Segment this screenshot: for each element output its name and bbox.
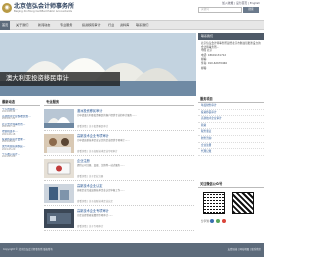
search-input[interactable]: 关键词 (198, 7, 242, 13)
main-nav: 首页 关于我们 新闻动态 专业服务 投资移民审计 行业 资料库 联系我们 (0, 20, 264, 30)
service-desc: 为申请澳大利亚投资移民的客户提供专业的审计服务…… (77, 114, 137, 117)
contact-heading: 联系我们 (198, 33, 264, 40)
service-desc: 协助企业完成高新技术企业认定申报工作…… (77, 189, 125, 192)
service-thumbnail[interactable] (44, 184, 74, 203)
service-thumbnail[interactable] (44, 134, 74, 153)
service-title[interactable]: 高新技术企业专项审计 (77, 209, 109, 213)
banner-title: 澳大利亚投资移民审计 (0, 72, 120, 86)
services-column: 专业服务 澳洲投资移民审计 为申请澳大利亚投资移民的客户提供专业的审计服务…… … (44, 99, 194, 231)
service-link[interactable]: 查看详情 | 关于专项审计 (77, 225, 103, 228)
service-list-item[interactable]: 企业注册 (198, 143, 264, 150)
list-item[interactable]: 北京会计师事务所… 2019-07-10 (0, 121, 40, 129)
list-item[interactable]: 个人收入审计… 2019-05-08 (0, 152, 40, 160)
list-item[interactable]: 增值税改革… 2019-06-18 (0, 129, 40, 137)
list-item[interactable]: 高新技术企业税收优惠… 2019-07-22 (0, 114, 40, 122)
service-link[interactable]: 查看详情 | 关于企业注册 (77, 175, 103, 178)
service-title[interactable]: 澳洲投资移民审计 (77, 109, 103, 113)
news-heading: 最新动态 (0, 99, 40, 106)
service-item[interactable]: 高新技术企业认定 协助企业完成高新技术企业认定申报工作…… 查看详情 | 关于高… (44, 181, 194, 206)
service-item[interactable]: 澳洲投资移民审计 为申请澳大利亚投资移民的客户提供专业的审计服务…… 查看详情 … (44, 106, 194, 131)
qq-icon[interactable] (222, 219, 227, 223)
contact-intro: 北京信弘会计师事务所是经北京市财政局批准设立的会计师事务所... (201, 42, 261, 49)
service-title[interactable]: 企业注册 (77, 159, 90, 163)
news-column: 最新动态 个人所得税… 2019-08-12 高新技术企业税收优惠… 2019-07… (0, 99, 40, 159)
opera-house-image (0, 33, 196, 96)
share-bar: 分享到: (201, 219, 227, 223)
service-link[interactable]: 查看详情 | 关于高新技术企业认定 (77, 200, 113, 203)
service-link[interactable]: 查看详情 | 关于投资移民审计 (77, 125, 108, 128)
nav-item-about[interactable]: 关于我们 (16, 21, 28, 30)
footer-links[interactable]: 友情链接 | 网站地图 | 联系我们 (228, 248, 261, 251)
service-desc: 提供公司注册、变更、注销等一站式服务…… (77, 164, 125, 167)
service-title[interactable]: 高新技术企业专项审计 (77, 134, 109, 138)
site-footer: Copyright © 北京信弘会计师事务所 版权所有 友情链接 | 网站地图 … (0, 243, 264, 257)
logo-subtitle: Beijing XinHong Certified Public Account… (14, 10, 72, 13)
service-list-item[interactable]: 投资移民审计 (198, 110, 264, 117)
list-item[interactable]: 澳大利亚投资移民… 2019-05-20 (0, 144, 40, 152)
wechat-qr-code (203, 192, 225, 214)
service-desc: 为申请高新技术企业认定的企业提供专项审计…… (77, 139, 130, 142)
weibo-icon[interactable] (210, 219, 215, 223)
copyright-text: Copyright © 北京信弘会计师事务所 版权所有 (3, 248, 53, 251)
list-item[interactable]: 投资移民审计要求… 2019-06-02 (0, 136, 40, 144)
service-list-item[interactable]: 财务咨询 (198, 136, 264, 143)
nav-item-news[interactable]: 新闻动态 (38, 21, 50, 30)
nav-item-home[interactable]: 首页 (0, 21, 11, 30)
nav-item-services[interactable]: 专业服务 (60, 21, 72, 30)
contact-panel: 联系我们 北京信弘会计师事务所是经北京市财政局批准设立的会计师事务所... 中国… (198, 33, 264, 71)
nav-item-immigration[interactable]: 投资移民审计 (82, 21, 101, 30)
site-header: ◉ 北京信弘会计师事务所 Beijing XinHong Certified P… (0, 0, 264, 18)
search-button[interactable]: 搜索 (243, 7, 259, 13)
service-list-item[interactable]: 代理记账 (198, 149, 264, 156)
service-title[interactable]: 高新技术企业认定 (77, 184, 103, 188)
header-tools[interactable]: 加入收藏 | 设为首页 | English (222, 1, 260, 5)
service-thumbnail[interactable] (44, 159, 74, 178)
nav-item-library[interactable]: 资料库 (120, 21, 129, 30)
service-thumbnail[interactable] (44, 209, 74, 228)
nav-item-industry[interactable]: 行业 (108, 21, 114, 30)
wechat-icon[interactable] (216, 219, 221, 223)
wechat-heading: 关注微信公众号 (198, 181, 264, 188)
services-heading: 专业服务 (44, 99, 194, 106)
service-item[interactable]: 高新技术企业专项审计 为企业提供研发费用专项审计…… 查看详情 | 关于专项审计 (44, 206, 194, 231)
hero-banner[interactable]: 澳大利亚投资移民审计 (0, 33, 196, 96)
service-item[interactable]: 高新技术企业专项审计 为申请高新技术企业认定的企业提供专项审计…… 查看详情 |… (44, 131, 194, 156)
service-list-item[interactable]: 高新技术企业审计 (198, 116, 264, 123)
service-list-item[interactable]: 年度财务审计 (198, 103, 264, 110)
wechat-panel: 关注微信公众号 (198, 181, 264, 188)
nav-item-contact[interactable]: 联系我们 (136, 21, 148, 30)
service-desc: 为企业提供研发费用专项审计…… (77, 214, 113, 217)
service-list: 服务项目 年度财务审计 投资移民审计 高新技术企业审计 验资 税务鉴证 财务咨询… (198, 96, 264, 156)
share-label: 分享到: (201, 220, 210, 223)
service-list-item[interactable]: 税务鉴证 (198, 129, 264, 136)
page: ◉ 北京信弘会计师事务所 Beijing XinHong Certified P… (0, 0, 264, 257)
service-thumbnail[interactable] (44, 109, 74, 128)
weibo-qr-code (232, 192, 254, 214)
logo-icon[interactable]: ◉ (2, 3, 12, 13)
service-item[interactable]: 企业注册 提供公司注册、变更、注销等一站式服务…… 查看详情 | 关于企业注册 (44, 156, 194, 181)
service-list-item[interactable]: 验资 (198, 123, 264, 130)
list-item[interactable]: 个人所得税… 2019-08-12 (0, 106, 40, 114)
service-link[interactable]: 查看详情 | 关于高新技术企业专项审计 (77, 150, 118, 153)
contact-email: 邮箱: (201, 66, 208, 70)
service-list-heading: 服务项目 (198, 96, 264, 103)
